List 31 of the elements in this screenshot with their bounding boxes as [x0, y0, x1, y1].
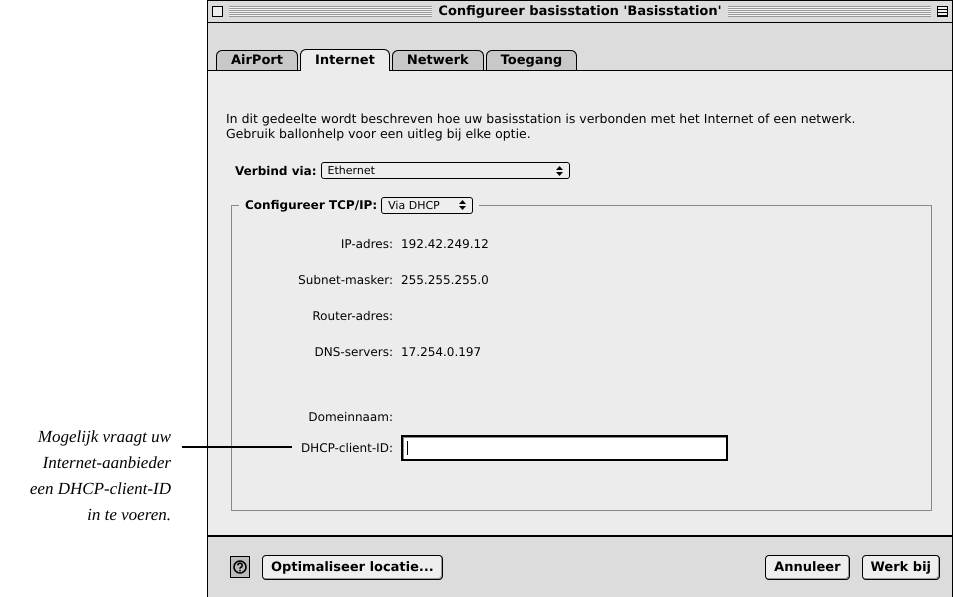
connect-label: Verbind via: [235, 164, 317, 178]
question-mark-icon [233, 560, 247, 574]
help-button[interactable] [230, 556, 250, 578]
field-label: Router-adres: [312, 308, 393, 322]
updown-arrows-icon [459, 200, 466, 210]
tcpip-popup[interactable]: Via DHCP [381, 196, 474, 214]
field-label: Subnet-masker: [298, 272, 393, 286]
tab[interactable]: AirPort [216, 50, 298, 70]
window-title: Configureer basisstation 'Basisstation' [438, 4, 722, 19]
description-text: Gebruik ballonhelp voor een uitleg bij elke optie. [226, 126, 532, 141]
updown-arrows-icon [556, 166, 563, 176]
tab[interactable]: Internet [300, 49, 390, 71]
field-label: DHCP-client-ID: [300, 441, 393, 455]
input-field[interactable] [401, 435, 728, 461]
connect-popup[interactable]: Ethernet [320, 162, 570, 179]
field-value: 255.255.255.0 [401, 272, 489, 286]
collapse-box-icon[interactable] [937, 6, 948, 17]
field-label: Domeinnaam: [308, 410, 393, 424]
description-text: In dit gedeelte wordt beschreven hoe uw basisstation is verbonden met het Internet of een netwerk. [226, 111, 856, 126]
dialog-button[interactable]: Annuleer [765, 554, 850, 580]
close-box-icon[interactable] [212, 6, 223, 17]
field-value: 192.42.249.12 [401, 236, 489, 250]
tab[interactable]: Toegang [486, 50, 578, 70]
dialog-button[interactable]: Werk bij [862, 554, 940, 580]
tcpip-label: Configureer TCP/IP: [245, 198, 378, 212]
callout-text: Mogelijk vraagt uw Internet-aanbieder een DHCP-client-ID in te voeren. [28, 426, 171, 526]
tab[interactable]: Netwerk [392, 50, 484, 70]
field-label: IP-adres: [340, 236, 393, 250]
optimize-location-button[interactable]: Optimaliseer locatie... [262, 554, 443, 580]
field-value: 17.254.0.197 [401, 344, 482, 358]
field-label: DNS-servers: [314, 344, 393, 358]
